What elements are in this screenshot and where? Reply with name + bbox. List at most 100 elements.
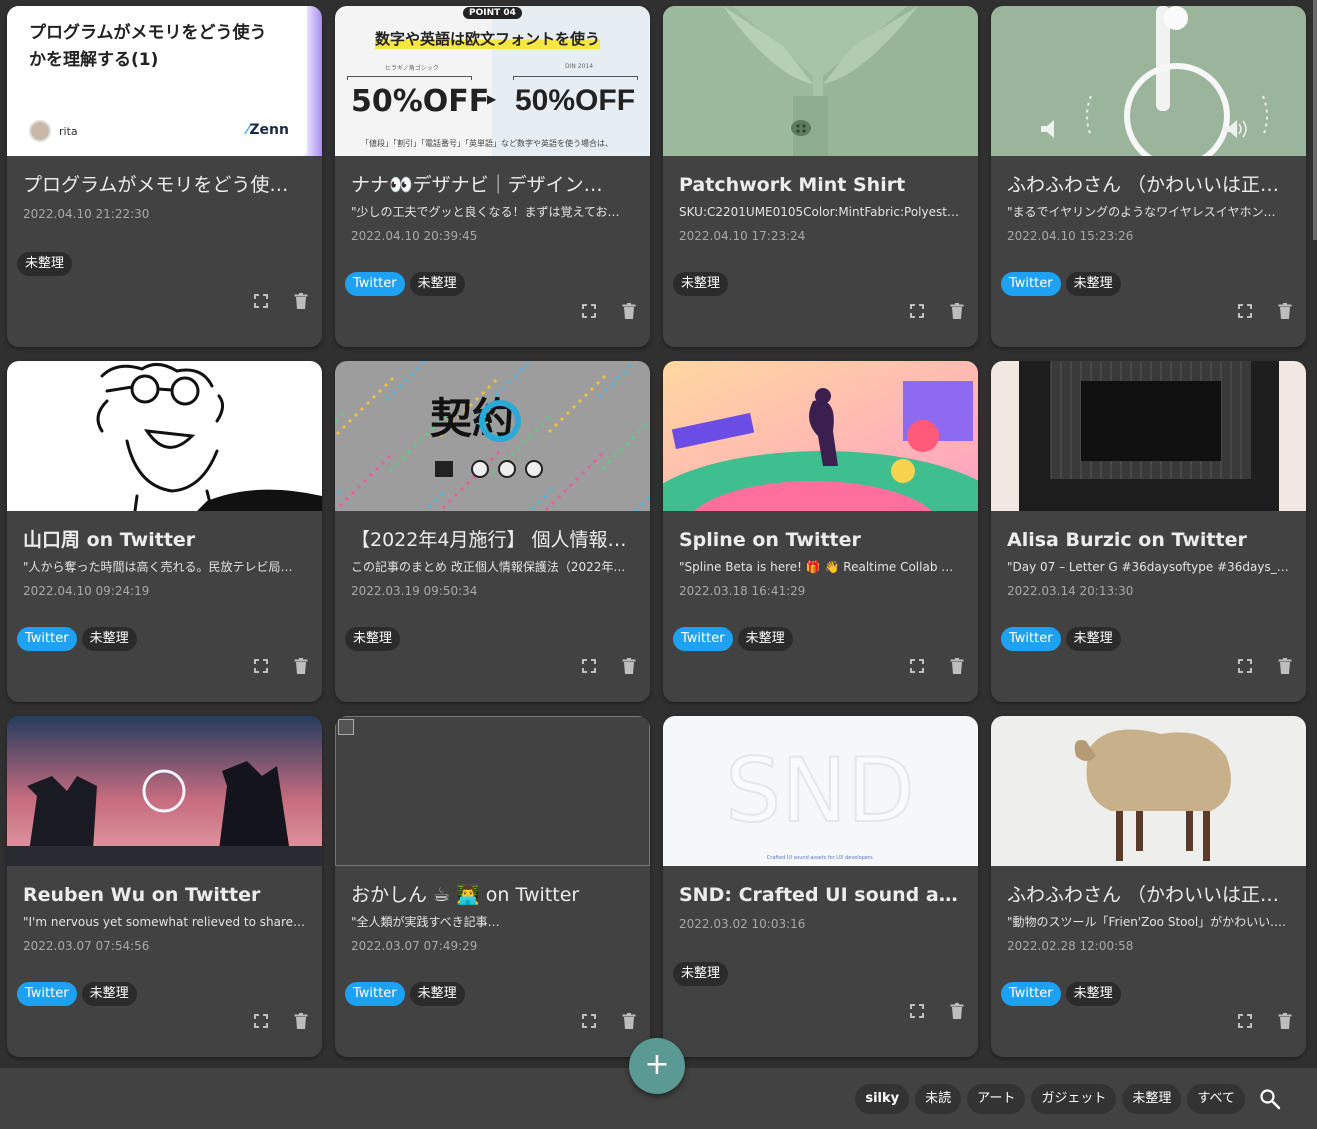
- tag-chip[interactable]: 未整理: [1065, 272, 1121, 296]
- search-icon[interactable]: [1259, 1088, 1281, 1110]
- card-description: "人から奪った時間は高く売れる。民放テレビ局…: [23, 560, 293, 574]
- filter-chip[interactable]: アート: [967, 1084, 1026, 1114]
- tag-chip[interactable]: Twitter: [1001, 982, 1061, 1006]
- tag-chip[interactable]: 未整理: [345, 627, 401, 651]
- card-thumbnail[interactable]: [663, 6, 978, 156]
- card-title[interactable]: Spline on Twitter: [679, 527, 962, 553]
- tag-chip[interactable]: 未整理: [81, 627, 137, 651]
- tag-list: Twitter 未整理: [17, 982, 137, 1006]
- card-date: 2022.03.02 10:03:16: [679, 917, 806, 931]
- fullscreen-icon[interactable]: [254, 293, 268, 309]
- tag-chip[interactable]: Twitter: [345, 982, 405, 1006]
- scrollbar[interactable]: [1313, 0, 1317, 240]
- tag-chip[interactable]: 未整理: [1065, 982, 1121, 1006]
- fullscreen-icon[interactable]: [582, 303, 596, 319]
- fullscreen-icon[interactable]: [582, 658, 596, 674]
- tag-chip[interactable]: Twitter: [1001, 272, 1061, 296]
- fullscreen-icon[interactable]: [910, 303, 924, 319]
- card-title[interactable]: ふわふわさん （かわいいは正…: [1007, 172, 1290, 198]
- card-date: 2022.03.07 07:54:56: [23, 939, 150, 953]
- delete-icon[interactable]: [950, 303, 964, 319]
- bookmark-card[interactable]: 契約 【2022年4月施行】 個人情報… この記事のまとめ 改正個人情報保護法（…: [335, 361, 650, 702]
- fullscreen-icon[interactable]: [1238, 1013, 1252, 1029]
- card-thumbnail[interactable]: [7, 716, 322, 866]
- card-title[interactable]: ナナ👀デザナビ｜デザイン…: [351, 172, 634, 198]
- delete-icon[interactable]: [1278, 658, 1292, 674]
- bookmark-card[interactable]: プログラムがメモリをどう使う かを理解する(1) rita ⁄Zenn プログラ…: [7, 6, 322, 347]
- contract-illustration: 契約: [335, 361, 650, 511]
- bookmark-card[interactable]: Alisa Burzic on Twitter "Day 07 – Letter…: [991, 361, 1306, 702]
- fullscreen-icon[interactable]: [1238, 303, 1252, 319]
- tag-chip[interactable]: 未整理: [81, 982, 137, 1006]
- fullscreen-icon[interactable]: [1238, 658, 1252, 674]
- delete-icon[interactable]: [950, 658, 964, 674]
- card-title[interactable]: SND: Crafted UI sound assets…: [679, 882, 962, 908]
- tag-chip[interactable]: Twitter: [17, 627, 77, 651]
- card-title[interactable]: 山口周 on Twitter: [23, 527, 306, 553]
- fullscreen-icon[interactable]: [582, 1013, 596, 1029]
- bookmark-card[interactable]: Reuben Wu on Twitter "I'm nervous yet so…: [7, 716, 322, 1057]
- card-thumbnail[interactable]: [7, 361, 322, 511]
- card-thumbnail[interactable]: [991, 361, 1306, 511]
- tag-chip[interactable]: Twitter: [345, 272, 405, 296]
- card-thumbnail[interactable]: [335, 716, 650, 866]
- tag-chip[interactable]: 未整理: [673, 962, 729, 986]
- filter-chip[interactable]: silky: [855, 1084, 910, 1114]
- tag-chip[interactable]: 未整理: [409, 272, 465, 296]
- fullscreen-icon[interactable]: [254, 1013, 268, 1029]
- bookmark-card[interactable]: おかしん ☕ 👨‍💻 on Twitter "全人類が実践すべき記事… 2022…: [335, 716, 650, 1057]
- card-thumbnail[interactable]: POINT 04 数字や英語は欧文フォントを使う ヒラギノ角ゴシック DIN 2…: [335, 6, 650, 156]
- card-thumbnail[interactable]: [991, 716, 1306, 866]
- card-title[interactable]: Patchwork Mint Shirt: [679, 172, 962, 198]
- card-thumbnail[interactable]: SND Crafted UI sound assets for UX devel…: [663, 716, 978, 866]
- tag-chip[interactable]: 未整理: [409, 982, 465, 1006]
- card-thumbnail[interactable]: 契約: [335, 361, 650, 511]
- delete-icon[interactable]: [622, 1013, 636, 1029]
- filter-chip[interactable]: 未読: [915, 1084, 962, 1114]
- filter-chip[interactable]: すべて: [1187, 1084, 1245, 1114]
- tag-chip[interactable]: Twitter: [17, 982, 77, 1006]
- filter-chip[interactable]: ガジェット: [1031, 1084, 1117, 1114]
- delete-icon[interactable]: [294, 293, 308, 309]
- card-title[interactable]: Reuben Wu on Twitter: [23, 882, 306, 908]
- card-thumbnail[interactable]: [663, 361, 978, 511]
- tag-chip[interactable]: 未整理: [17, 252, 73, 276]
- arrow-icon: ▶: [487, 92, 497, 106]
- delete-icon[interactable]: [294, 658, 308, 674]
- bookmark-card[interactable]: ふわふわさん （かわいいは正… "まるでイヤリングのようなワイヤレスイヤホン… …: [991, 6, 1306, 347]
- tag-chip[interactable]: Twitter: [1001, 627, 1061, 651]
- bookmark-card[interactable]: POINT 04 数字や英語は欧文フォントを使う ヒラギノ角ゴシック DIN 2…: [335, 6, 650, 347]
- bookmark-card[interactable]: Patchwork Mint Shirt SKU:C2201UME0105Col…: [663, 6, 978, 347]
- tag-chip[interactable]: 未整理: [737, 627, 793, 651]
- tag-chip[interactable]: 未整理: [673, 272, 729, 296]
- card-title[interactable]: プログラムがメモリをどう使…: [23, 172, 306, 198]
- delete-icon[interactable]: [950, 1003, 964, 1019]
- delete-icon[interactable]: [622, 658, 636, 674]
- card-actions: [582, 658, 636, 674]
- card-thumbnail[interactable]: プログラムがメモリをどう使う かを理解する(1) rita ⁄Zenn: [7, 6, 322, 156]
- card-title[interactable]: Alisa Burzic on Twitter: [1007, 527, 1290, 553]
- bookmark-card[interactable]: Spline on Twitter "Spline Beta is here! …: [663, 361, 978, 702]
- card-thumbnail[interactable]: [991, 6, 1306, 156]
- bookmark-card[interactable]: ふわふわさん （かわいいは正… "動物のスツール「Frien'Zoo Stool…: [991, 716, 1306, 1057]
- delete-icon[interactable]: [1278, 303, 1292, 319]
- bookmark-card[interactable]: 山口周 on Twitter "人から奪った時間は高く売れる。民放テレビ局… 2…: [7, 361, 322, 702]
- fullscreen-icon[interactable]: [910, 658, 924, 674]
- delete-icon[interactable]: [1278, 1013, 1292, 1029]
- card-title[interactable]: おかしん ☕ 👨‍💻 on Twitter: [351, 882, 634, 908]
- filter-chip[interactable]: 未整理: [1122, 1084, 1182, 1114]
- zenn-headline-2: かを理解する(1): [29, 50, 159, 70]
- tag-chip[interactable]: Twitter: [673, 627, 733, 651]
- fullscreen-icon[interactable]: [910, 1003, 924, 1019]
- bookmark-card[interactable]: SND Crafted UI sound assets for UX devel…: [663, 716, 978, 1057]
- tag-chip[interactable]: 未整理: [1065, 627, 1121, 651]
- zenn-headline-1: プログラムがメモリをどう使う: [29, 23, 267, 43]
- card-title[interactable]: 【2022年4月施行】 個人情報…: [351, 527, 634, 553]
- fullscreen-icon[interactable]: [254, 658, 268, 674]
- delete-icon[interactable]: [294, 1013, 308, 1029]
- card-actions: [254, 658, 308, 674]
- font-left-big: 50%OFF: [351, 84, 490, 119]
- add-button[interactable]: +: [629, 1038, 685, 1094]
- card-title[interactable]: ふわふわさん （かわいいは正…: [1007, 882, 1290, 908]
- delete-icon[interactable]: [622, 303, 636, 319]
